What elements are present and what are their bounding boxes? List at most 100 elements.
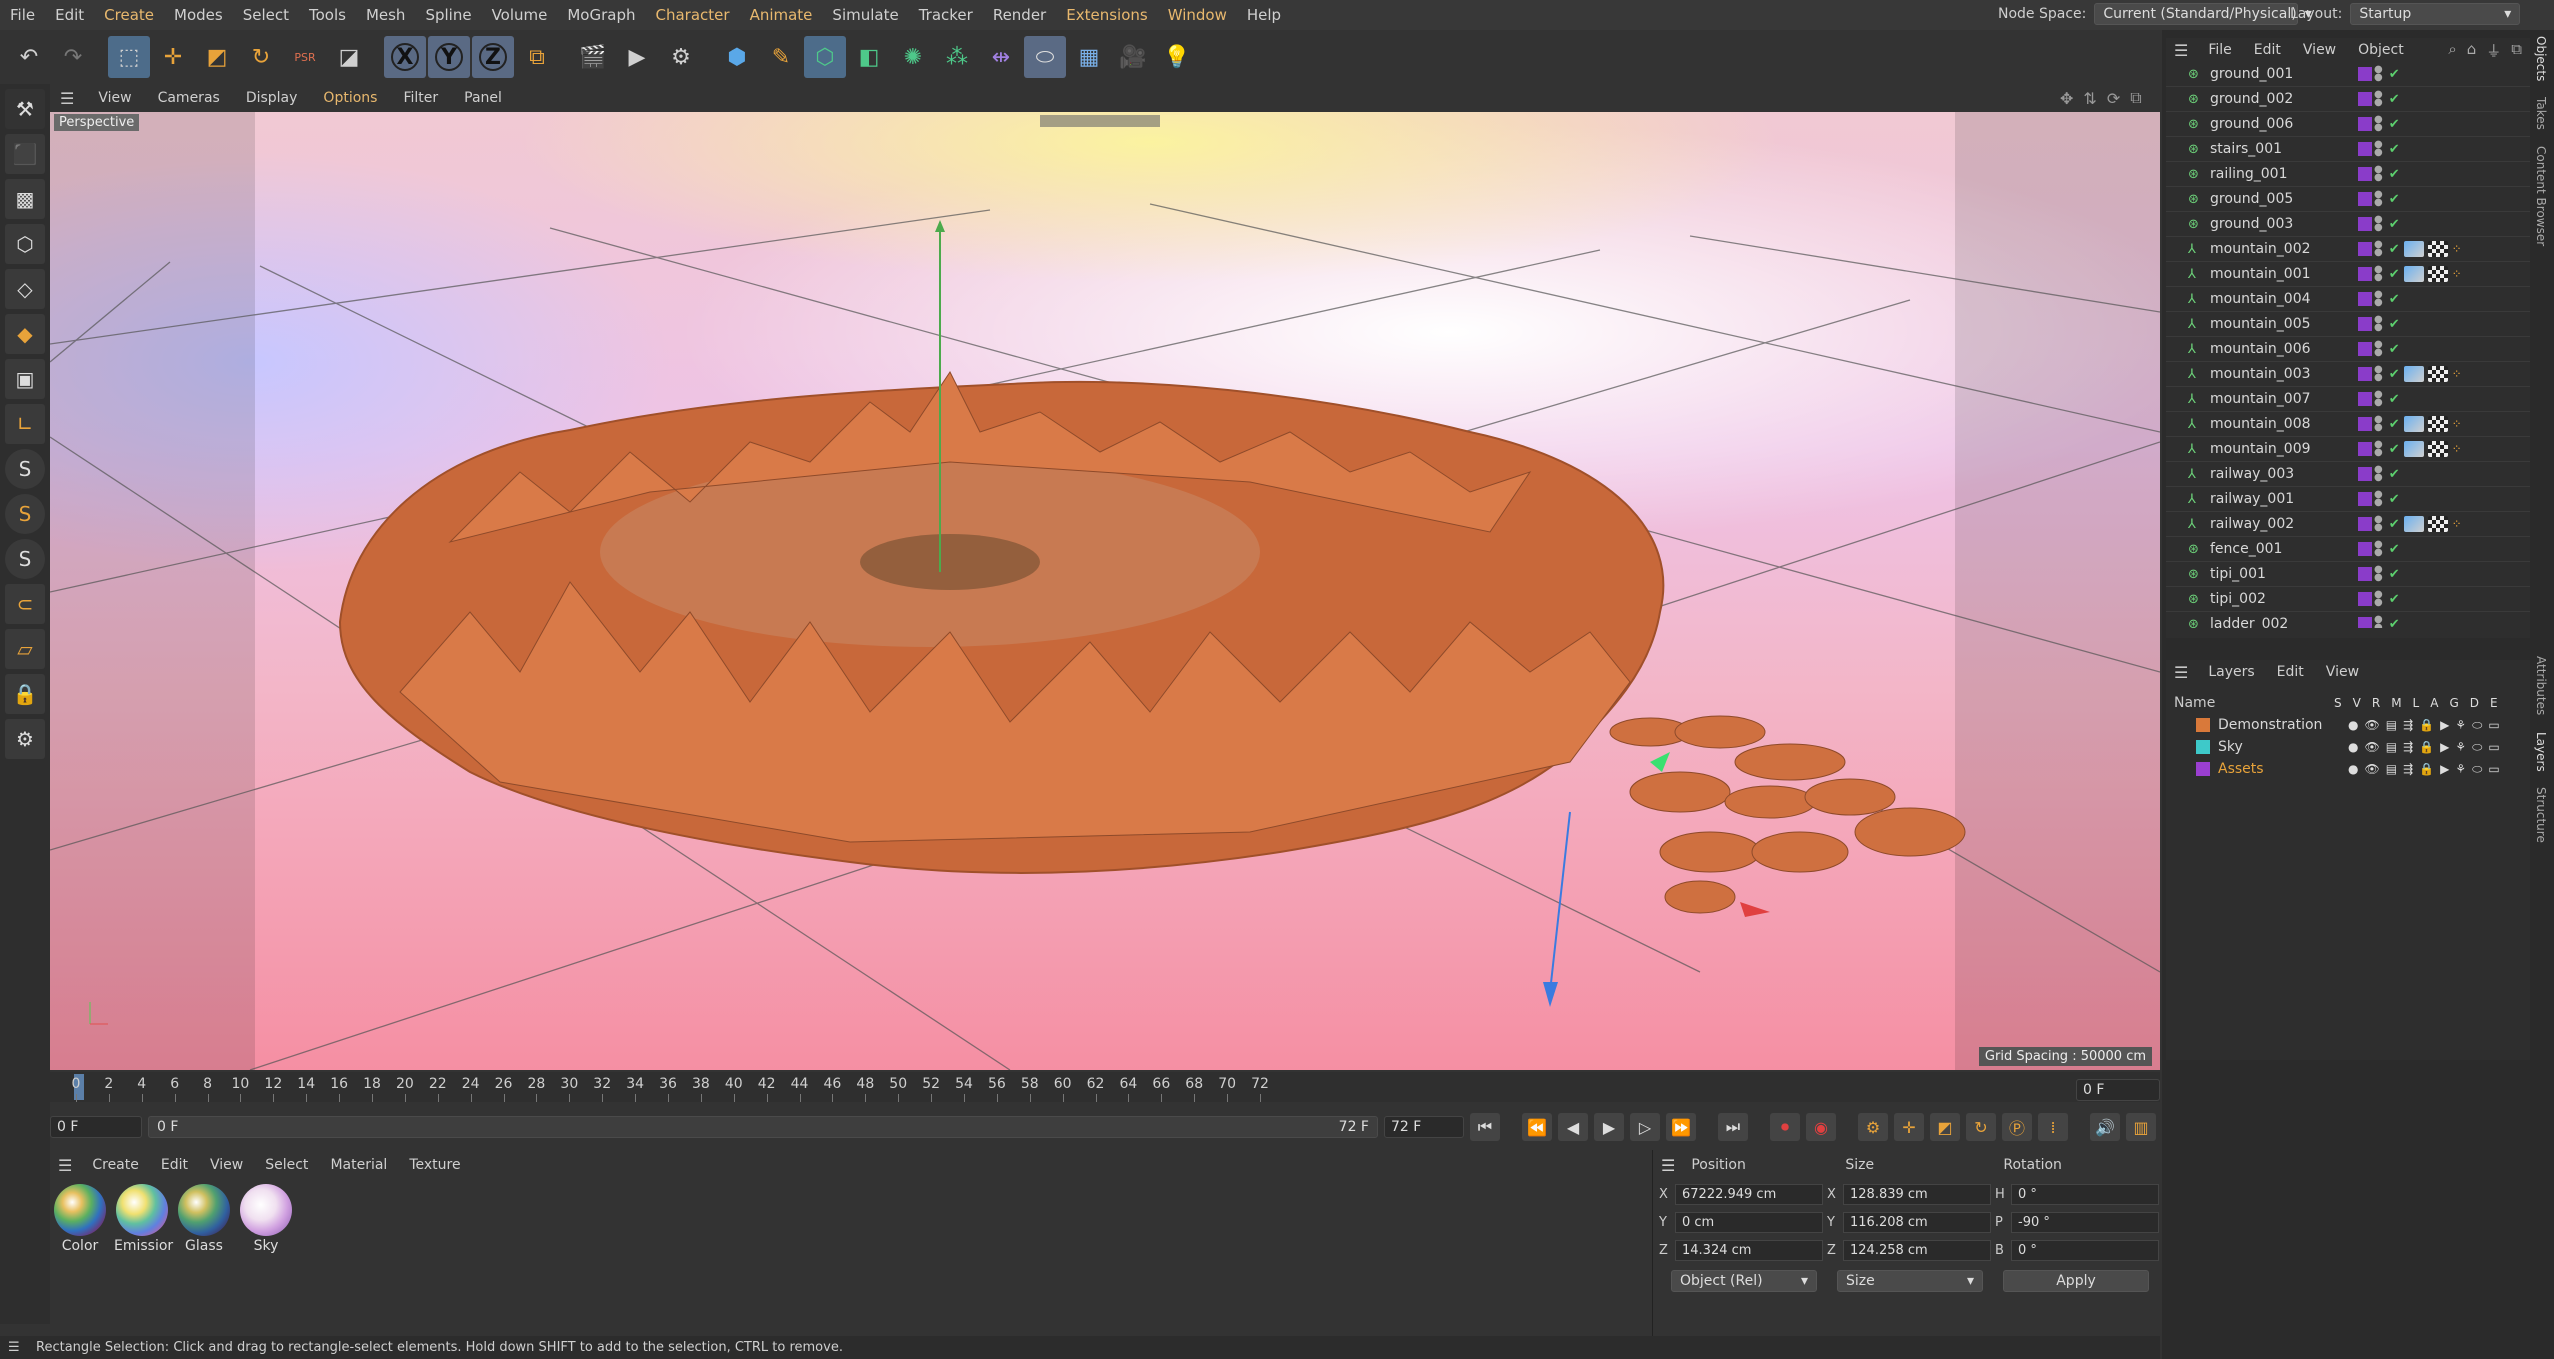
camera-icon[interactable]: 🎥: [1112, 36, 1154, 78]
visibility-dots-icon[interactable]: ● ●: [2374, 290, 2383, 308]
enabled-check-icon[interactable]: ✔: [2389, 342, 2400, 357]
key-position-icon[interactable]: ✛: [1894, 1113, 1924, 1141]
orbit-icon[interactable]: ⟳: [2107, 89, 2120, 108]
go-to-end-icon[interactable]: ⏭: [1718, 1113, 1748, 1141]
object-row[interactable]: ⅄ mountain_004 ● ● ✔: [2166, 287, 2530, 312]
menu-volume[interactable]: Volume: [482, 6, 558, 24]
position-z-field[interactable]: 14.324 cm: [1675, 1239, 1823, 1261]
viewport-perspective[interactable]: Perspective Grid Spacing : 50000 cm: [50, 112, 2160, 1070]
layer-color-swatch[interactable]: [2358, 467, 2372, 481]
menu-tracker[interactable]: Tracker: [909, 6, 983, 24]
visibility-dots-icon[interactable]: ● ●: [2374, 540, 2383, 558]
solo-hierarchy-icon[interactable]: S: [5, 539, 45, 579]
viewport-menu-view[interactable]: View: [86, 90, 143, 106]
layer-color-swatch[interactable]: [2358, 342, 2372, 356]
lock-toggle-icon[interactable]: 🔒: [2419, 718, 2434, 733]
material-tag-icon[interactable]: ⁘: [2452, 417, 2462, 431]
new-window-icon[interactable]: ⧉: [2511, 40, 2522, 61]
enabled-check-icon[interactable]: ✔: [2389, 242, 2400, 257]
material-color[interactable]: Color: [52, 1184, 108, 1254]
key-scale-icon[interactable]: ◩: [1930, 1113, 1960, 1141]
visibility-dots-icon[interactable]: ● ●: [2374, 590, 2383, 608]
enabled-check-icon[interactable]: ✔: [2389, 192, 2400, 207]
position-x-field[interactable]: 67222.949 cm: [1675, 1183, 1823, 1205]
side-tab-takes[interactable]: Takes: [2534, 97, 2548, 130]
size-y-field[interactable]: 116.208 cm: [1843, 1211, 1991, 1233]
texture-tag-icon[interactable]: [2403, 516, 2424, 532]
psr-icon[interactable]: PSR: [284, 36, 326, 78]
hamburger-icon[interactable]: ☰: [2166, 41, 2196, 60]
lock-toggle-icon[interactable]: 🔒: [2419, 762, 2434, 777]
solo-toggle-icon[interactable]: ●: [2348, 740, 2358, 755]
timeline-window-icon[interactable]: ▥: [2126, 1113, 2156, 1141]
side-tab-objects[interactable]: Objects: [2534, 36, 2548, 81]
node-space-dropdown[interactable]: Current (Standard/Physical) ▾: [2094, 3, 2312, 25]
visibility-dots-icon[interactable]: ● ●: [2374, 115, 2383, 133]
material-menu-view[interactable]: View: [200, 1157, 253, 1173]
layer-color-swatch[interactable]: [2196, 740, 2210, 754]
menu-tools[interactable]: Tools: [299, 6, 356, 24]
start-frame-field[interactable]: 0 F: [50, 1116, 142, 1138]
animation-toggle-icon[interactable]: ▶: [2440, 740, 2449, 755]
layer-color-swatch[interactable]: [2358, 517, 2372, 531]
home-icon[interactable]: ⌂: [2467, 40, 2477, 61]
extrude-icon[interactable]: ◧: [848, 36, 890, 78]
material-tag-icon[interactable]: ⁘: [2452, 442, 2462, 456]
visibility-dots-icon[interactable]: ● ●: [2374, 465, 2383, 483]
viewport-menu-filter[interactable]: Filter: [391, 90, 450, 106]
points-mode-icon[interactable]: ⬡: [5, 224, 45, 264]
layer-color-swatch[interactable]: [2358, 317, 2372, 331]
checker-tag-icon[interactable]: [2427, 241, 2448, 257]
deformer-toggle-icon[interactable]: ⬭: [2472, 762, 2482, 777]
visible-toggle-icon[interactable]: 👁: [2364, 762, 2379, 777]
size-z-field[interactable]: 124.258 cm: [1843, 1239, 1991, 1261]
visible-toggle-icon[interactable]: 👁: [2364, 740, 2379, 755]
object-row[interactable]: ⊛ railing_001 ● ● ✔: [2166, 162, 2530, 187]
texture-tag-icon[interactable]: [2403, 366, 2424, 382]
enabled-check-icon[interactable]: ✔: [2389, 467, 2400, 482]
manager-toggle-icon[interactable]: ⇶: [2403, 718, 2413, 733]
manager-toggle-icon[interactable]: ⇶: [2403, 762, 2413, 777]
layer-color-swatch[interactable]: [2358, 592, 2372, 606]
enabled-check-icon[interactable]: ✔: [2389, 417, 2400, 432]
material-menu-edit[interactable]: Edit: [151, 1157, 198, 1173]
key-rotation-icon[interactable]: ↻: [1966, 1113, 1996, 1141]
visibility-dots-icon[interactable]: ● ●: [2374, 190, 2383, 208]
visibility-dots-icon[interactable]: ● ●: [2374, 365, 2383, 383]
enabled-check-icon[interactable]: ✔: [2389, 567, 2400, 582]
generator-toggle-icon[interactable]: ⚘: [2455, 718, 2466, 733]
render-view-icon[interactable]: ▶: [616, 36, 658, 78]
material-menu-texture[interactable]: Texture: [399, 1157, 470, 1173]
object-row[interactable]: ⅄ mountain_006 ● ● ✔: [2166, 337, 2530, 362]
previous-key-icon[interactable]: ⏪: [1522, 1113, 1552, 1141]
next-frame-icon[interactable]: ▷: [1630, 1113, 1660, 1141]
play-icon[interactable]: ▶: [1594, 1113, 1624, 1141]
move-tool-icon[interactable]: ✛: [152, 36, 194, 78]
checker-tag-icon[interactable]: [2427, 516, 2448, 532]
axis-z-button[interactable]: Z: [472, 36, 514, 78]
object-row[interactable]: ⅄ mountain_005 ● ● ✔: [2166, 312, 2530, 337]
object-row[interactable]: ⅄ mountain_008 ● ● ✔ ⁘: [2166, 412, 2530, 437]
y-axis-arrow-icon[interactable]: [935, 220, 945, 232]
object-row[interactable]: ⊛ ground_001 ● ● ✔: [2166, 62, 2530, 87]
size-x-field[interactable]: 128.839 cm: [1843, 1183, 1991, 1205]
layer-row[interactable]: Demonstration ● 👁 ▤ ⇶ 🔒 ▶ ⚘ ⬭ ▭: [2166, 714, 2530, 736]
layer-color-swatch[interactable]: [2196, 762, 2210, 776]
edges-mode-icon[interactable]: ◇: [5, 269, 45, 309]
enabled-check-icon[interactable]: ✔: [2389, 517, 2400, 532]
layer-color-swatch[interactable]: [2358, 292, 2372, 306]
enabled-check-icon[interactable]: ✔: [2389, 92, 2400, 107]
animation-toggle-icon[interactable]: ▶: [2440, 762, 2449, 777]
enabled-check-icon[interactable]: ✔: [2389, 492, 2400, 507]
coordinate-system-icon[interactable]: ⧉: [516, 36, 558, 78]
deformer-icon[interactable]: ⇹: [980, 36, 1022, 78]
side-tab-content-browser[interactable]: Content Browser: [2534, 146, 2548, 246]
menu-render[interactable]: Render: [983, 6, 1056, 24]
layer-menu-view[interactable]: View: [2316, 664, 2369, 680]
layer-color-swatch[interactable]: [2358, 92, 2372, 106]
enabled-check-icon[interactable]: ✔: [2389, 367, 2400, 382]
subdivision-icon[interactable]: ⬡: [804, 36, 846, 78]
current-frame-field[interactable]: 0 F: [2076, 1079, 2160, 1101]
layer-menu-layers[interactable]: Layers: [2198, 664, 2264, 680]
object-row[interactable]: ⅄ railway_003 ● ● ✔: [2166, 462, 2530, 487]
